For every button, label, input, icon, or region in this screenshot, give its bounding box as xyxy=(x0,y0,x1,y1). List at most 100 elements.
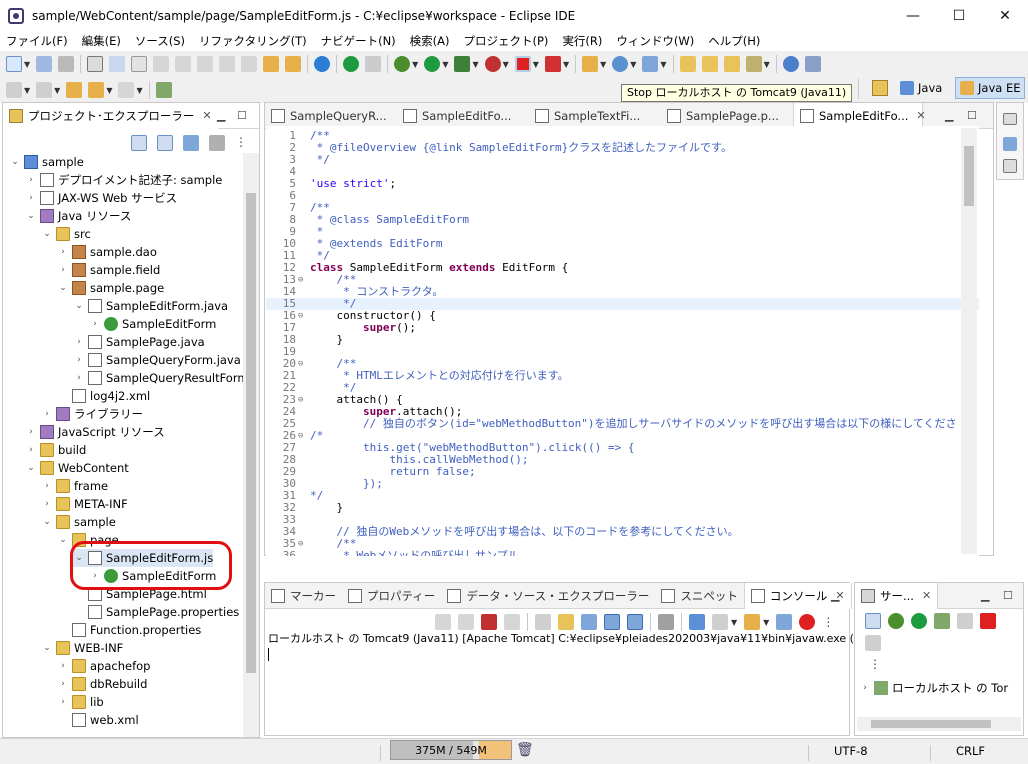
expand-icon[interactable]: › xyxy=(25,193,37,203)
collapse-icon[interactable]: ⌄ xyxy=(25,463,37,473)
expand-icon[interactable]: › xyxy=(41,481,53,491)
code-editor[interactable]: 1/** 2 * @fileOverview {@link SampleEditF… xyxy=(266,126,979,556)
link-editor-icon[interactable] xyxy=(157,135,173,151)
open-task-icon[interactable] xyxy=(701,56,718,72)
code-line[interactable]: 30 }); xyxy=(266,478,979,490)
expand-icon[interactable]: › xyxy=(41,409,53,419)
expand-icon[interactable]: › xyxy=(57,697,69,707)
chevron-down-icon[interactable]: ▼ xyxy=(503,60,509,69)
gear-icon[interactable] xyxy=(314,56,331,72)
expand-icon[interactable]: › xyxy=(73,355,85,365)
minimize-icon[interactable]: ▁ xyxy=(981,589,989,602)
block-selection-icon[interactable] xyxy=(175,56,192,72)
terminal-icon[interactable] xyxy=(131,56,148,72)
tab-sampleeditform-js[interactable]: SampleEditFo... ✕ xyxy=(793,102,926,129)
chevron-down-icon[interactable]: ▼ xyxy=(660,60,666,69)
filter-icon[interactable] xyxy=(183,135,199,151)
new-package-icon[interactable] xyxy=(642,56,659,72)
menu-navigate[interactable]: ナビゲート(N) xyxy=(321,33,396,49)
remove-launch-icon[interactable] xyxy=(435,614,451,630)
tree-item[interactable]: › build xyxy=(25,441,86,459)
tree-item[interactable]: SamplePage.properties xyxy=(73,603,239,621)
display-console-icon[interactable] xyxy=(689,614,705,630)
collapse-icon[interactable] xyxy=(865,613,881,629)
brush-icon[interactable] xyxy=(745,56,762,72)
menu-project[interactable]: プロジェクト(P) xyxy=(464,33,549,49)
tree-item[interactable]: › sample.field xyxy=(57,261,160,279)
tab-samplepage-properties[interactable]: SamplePage.p... xyxy=(661,103,793,129)
menu-help[interactable]: ヘルプ(H) xyxy=(708,33,760,49)
tree-item[interactable]: › JAX-WS Web サービス xyxy=(25,189,177,207)
show-whitespace-icon[interactable] xyxy=(263,56,280,72)
collapse-icon[interactable]: ⌄ xyxy=(57,535,69,545)
gc-trash-icon[interactable]: 🗑 xyxy=(516,742,534,758)
chevron-down-icon[interactable]: ▼ xyxy=(54,86,60,95)
menu-run[interactable]: 実行(R) xyxy=(562,33,602,49)
code-line[interactable]: 21 * HTMLエレメントとの対応付けを行います。 xyxy=(266,370,979,382)
tree-item[interactable]: › SampleEditForm xyxy=(89,315,216,333)
debug-icon[interactable] xyxy=(394,56,411,72)
remove-all-terminated-icon[interactable] xyxy=(504,614,520,630)
view-menu-icon[interactable]: ⋮ xyxy=(235,135,247,151)
collapse-icon[interactable]: ⌄ xyxy=(41,643,53,653)
code-line[interactable]: 12 class SampleEditForm extends EditForm … xyxy=(266,262,979,274)
pin-icon[interactable] xyxy=(804,56,821,72)
code-line[interactable]: 25 // 独自のボタン(id="webMethodButton")を追加しサー… xyxy=(266,418,979,430)
servers-scroll-thumb[interactable] xyxy=(871,720,991,728)
tree-item[interactable]: › dbRebuild xyxy=(57,675,147,693)
expand-icon[interactable]: › xyxy=(57,265,69,275)
open-type-icon[interactable] xyxy=(679,56,696,72)
tree-item[interactable]: log4j2.xml xyxy=(57,387,150,405)
view-menu-icon[interactable]: ⋮ xyxy=(822,615,834,629)
tasks-icon[interactable] xyxy=(109,56,126,72)
console-icon[interactable] xyxy=(87,56,104,72)
collapse-icon[interactable]: ⌄ xyxy=(57,283,69,293)
console-output[interactable] xyxy=(266,646,848,734)
fold-toggle-icon[interactable]: ⊖ xyxy=(298,310,308,322)
fold-toggle-icon[interactable]: ⊖ xyxy=(298,430,308,442)
task-list-icon[interactable] xyxy=(1003,159,1017,173)
new-icon[interactable] xyxy=(6,56,22,72)
code-line[interactable]: 36 * Webメソッドの呼び出しサンプル。 xyxy=(266,550,979,557)
view-menu-icon[interactable]: ⋮ xyxy=(869,657,881,671)
publish-server-icon[interactable] xyxy=(957,613,973,629)
maximize-icon[interactable]: ☐ xyxy=(237,109,247,122)
collapse-icon[interactable]: ⌄ xyxy=(9,157,21,167)
build-icon[interactable] xyxy=(285,56,302,72)
line-ending-label[interactable]: CRLF xyxy=(956,744,985,758)
view-options-icon[interactable] xyxy=(209,135,225,151)
chevron-down-icon[interactable]: ▼ xyxy=(412,60,418,69)
menu-search[interactable]: 検索(A) xyxy=(410,33,450,49)
pin-console-icon[interactable] xyxy=(658,614,674,630)
expand-icon[interactable]: › xyxy=(57,661,69,671)
expand-icon[interactable]: › xyxy=(25,445,37,455)
chevron-down-icon[interactable]: ▼ xyxy=(136,86,142,95)
minimize-icon[interactable]: ▁ xyxy=(831,589,839,602)
tree-item[interactable]: ⌄ sample xyxy=(9,153,84,171)
tab-snippets[interactable]: スニペット xyxy=(655,583,744,609)
sync-icon[interactable] xyxy=(865,635,881,651)
tab-data-source-explorer[interactable]: データ・ソース・エクスプローラー xyxy=(441,583,655,609)
minimize-button[interactable]: — xyxy=(890,0,936,31)
server-item[interactable]: › ローカルホスト の Tor xyxy=(859,679,1008,697)
expand-icon[interactable]: › xyxy=(25,427,37,437)
collapse-icon[interactable]: ⌄ xyxy=(41,517,53,527)
code-line[interactable]: 18 } xyxy=(266,334,979,346)
editor-scrollbar[interactable] xyxy=(961,128,977,554)
restore-icon[interactable] xyxy=(1003,113,1017,125)
console-view-icon[interactable] xyxy=(776,614,793,630)
code-line[interactable]: 31 */ xyxy=(266,490,979,502)
terminate-icon[interactable] xyxy=(481,614,497,630)
code-line[interactable]: 8 * @class SampleEditForm xyxy=(266,214,979,226)
forward-icon[interactable] xyxy=(118,82,135,98)
fold-toggle-icon[interactable]: ⊖ xyxy=(298,358,308,370)
tree-item[interactable]: › frame xyxy=(41,477,108,495)
last-edit-icon[interactable] xyxy=(66,82,83,98)
tree-item[interactable]: ⌄ SampleEditForm.java xyxy=(73,297,228,315)
new-console-icon[interactable] xyxy=(744,614,761,630)
back-icon[interactable] xyxy=(88,82,105,98)
clear-console-icon[interactable] xyxy=(535,614,551,630)
tree-item[interactable]: › デプロイメント記述子: sample xyxy=(25,171,222,189)
tab-servers[interactable]: サー... ✕ xyxy=(855,582,939,609)
tree-item[interactable]: › lib xyxy=(57,693,104,711)
